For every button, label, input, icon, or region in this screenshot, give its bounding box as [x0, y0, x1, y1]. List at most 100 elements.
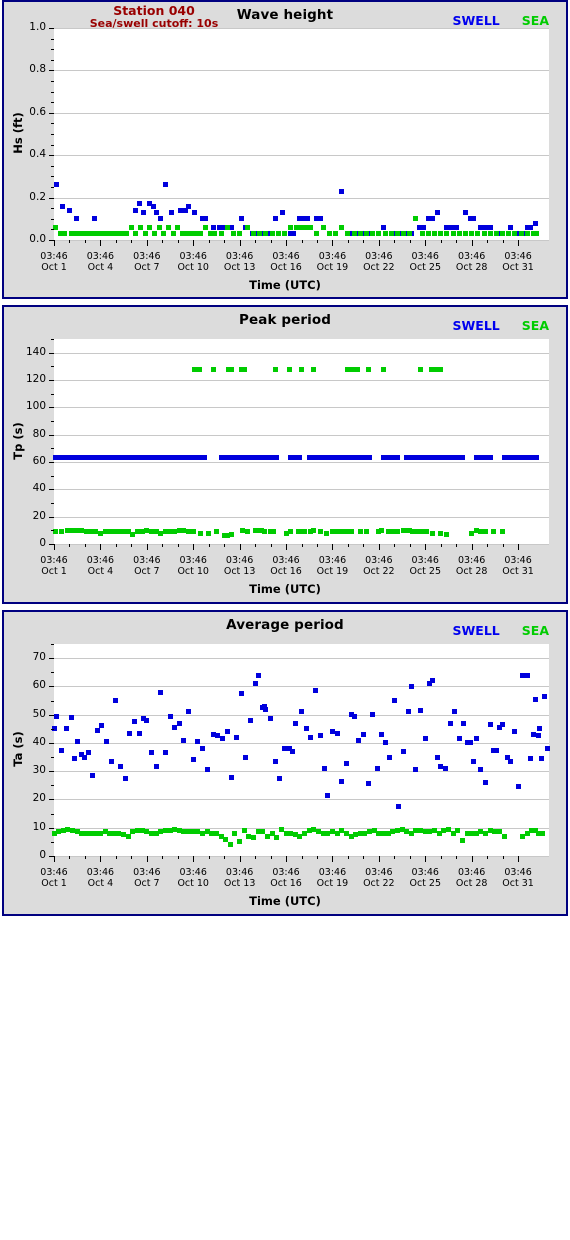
y-minor-tick-mark [51, 814, 54, 815]
xaxis-title-average-period: Time (UTC) [249, 894, 321, 908]
data-point-swell [136, 730, 142, 736]
y-minor-tick-mark [51, 729, 54, 730]
x-minor-tick-mark [348, 240, 349, 243]
data-point-swell [430, 678, 436, 684]
data-point-swell [532, 220, 538, 226]
data-point-swell [108, 758, 114, 764]
y-minor-tick-mark [51, 49, 54, 50]
data-point-swell [430, 216, 436, 222]
x-minor-tick-mark [116, 856, 117, 859]
data-point-sea [206, 530, 212, 536]
data-point-sea [382, 231, 388, 237]
gridline [54, 407, 549, 408]
data-point-swell [493, 747, 499, 753]
data-point-sea [524, 231, 530, 237]
data-point-swell [91, 216, 97, 222]
gridline [54, 198, 549, 199]
data-point-sea [196, 366, 202, 372]
y-minor-tick-mark [51, 123, 54, 124]
data-point-swell [483, 780, 489, 785]
data-point-sea [455, 828, 461, 834]
legend-sea-label: SEA [521, 623, 549, 638]
data-point-swell [60, 203, 65, 209]
x-minor-tick-mark [456, 856, 457, 859]
data-point-sea [348, 529, 354, 535]
legend-swell-label: SWELL [452, 318, 500, 333]
data-point-swell [524, 672, 530, 678]
data-point-swell [537, 726, 543, 732]
data-point-swell [292, 720, 298, 726]
data-point-swell [181, 737, 187, 743]
gridline [54, 686, 549, 687]
data-point-sea [244, 529, 250, 535]
data-point-sea [251, 835, 257, 841]
data-point-swell [229, 774, 235, 780]
x-minor-tick-mark [255, 544, 256, 547]
x-tick-mark [54, 856, 55, 862]
y-tick-mark [49, 489, 54, 490]
legend-wave-height: SWELL SEA [453, 13, 549, 28]
data-point-swell [204, 767, 210, 773]
data-point-swell [507, 758, 513, 764]
y-minor-tick-mark [51, 166, 54, 167]
x-minor-tick-mark [348, 544, 349, 547]
gridline [54, 462, 549, 463]
x-tick-mark [286, 240, 287, 246]
y-tick-mark [49, 407, 54, 408]
data-point-swell [144, 717, 150, 723]
y-minor-tick-mark [51, 701, 54, 702]
data-point-swell [176, 720, 182, 726]
x-minor-tick-mark [456, 544, 457, 547]
x-tick-mark [332, 240, 333, 246]
y-minor-tick-mark [51, 448, 54, 449]
data-point-swell [365, 781, 371, 787]
gridline [54, 517, 549, 518]
data-point-sea [475, 231, 481, 237]
data-point-sea [357, 529, 363, 535]
data-point-sea [314, 231, 320, 237]
x-minor-tick-mark [162, 240, 163, 243]
gridline [54, 435, 549, 436]
data-point-sea [394, 231, 400, 237]
x-tick-mark [240, 240, 241, 246]
data-point-sea [229, 531, 235, 537]
data-point-sea [365, 366, 371, 372]
data-point-sea [534, 231, 540, 237]
data-point-sea [401, 231, 407, 237]
data-point-sea [339, 224, 345, 230]
x-minor-tick-mark [394, 856, 395, 859]
data-point-swell [535, 733, 541, 739]
legend-average-period: SWELL SEA [453, 623, 549, 638]
data-point-swell [351, 713, 357, 719]
data-point-swell [118, 764, 124, 770]
y-minor-tick-mark [51, 530, 54, 531]
data-point-swell [104, 739, 110, 745]
y-tick-mark [49, 799, 54, 800]
data-point-swell [247, 717, 253, 723]
y-minor-tick-mark [51, 785, 54, 786]
data-point-sea [354, 366, 360, 372]
data-point-swell [268, 716, 274, 722]
data-point-swell [210, 224, 216, 230]
x-tick-date: Oct 31 [502, 262, 534, 273]
x-tick-mark [425, 240, 426, 246]
data-point-sea [438, 366, 444, 372]
data-point-sea [540, 830, 546, 836]
data-point-swell [234, 734, 240, 740]
data-point-sea [212, 231, 218, 237]
data-point-sea [133, 231, 139, 237]
data-point-sea [438, 231, 444, 237]
data-point-sea [223, 836, 229, 842]
x-minor-tick-mark [255, 240, 256, 243]
data-point-sea [281, 231, 287, 237]
data-point-sea [311, 527, 317, 533]
y-minor-tick-mark [51, 421, 54, 422]
y-minor-tick-mark [51, 92, 54, 93]
x-tick-mark [379, 856, 380, 862]
x-minor-tick-mark [363, 240, 364, 243]
data-point-sea [462, 231, 468, 237]
x-minor-tick-mark [69, 856, 70, 859]
x-minor-tick-mark [363, 544, 364, 547]
legend-swell-label: SWELL [452, 13, 500, 28]
x-minor-tick-mark [302, 544, 303, 547]
